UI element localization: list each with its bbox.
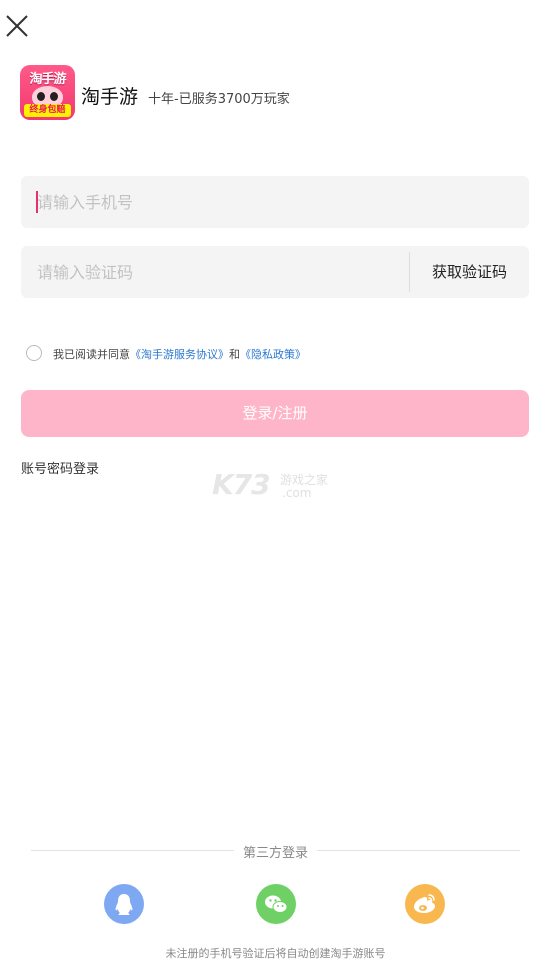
phone-field (21, 176, 529, 228)
code-field: 获取验证码 (21, 246, 529, 298)
code-input[interactable] (21, 246, 409, 298)
watermark-domain: .com (282, 486, 312, 500)
agreement-joiner: 和 (229, 348, 240, 361)
logo-title: 淘手游 (29, 72, 66, 87)
wechat-icon (265, 895, 288, 913)
password-login-link[interactable]: 账号密码登录 (21, 458, 99, 477)
agree-checkbox[interactable] (26, 345, 42, 361)
logo-badge: 终身包赔 (24, 104, 71, 117)
get-code-button[interactable]: 获取验证码 (410, 246, 529, 298)
agreement-prefix: 我已阅读并同意 (53, 348, 130, 361)
phone-input[interactable] (21, 176, 529, 228)
close-button[interactable] (4, 13, 30, 39)
qq-login-button[interactable] (104, 884, 144, 924)
privacy-policy-link[interactable]: 《隐私政策》 (240, 348, 306, 361)
third-party-label: 第三方登录 (242, 846, 308, 861)
service-agreement-link[interactable]: 《淘手游服务协议》 (130, 348, 229, 361)
app-slogan: 十年-已服务3700万玩家 (148, 92, 290, 107)
login-register-button[interactable]: 登录/注册 (21, 390, 529, 437)
weibo-icon (414, 894, 435, 913)
agreement-text: 我已阅读并同意《淘手游服务协议》和《隐私政策》 (53, 346, 306, 362)
close-icon (6, 15, 28, 37)
weibo-login-button[interactable] (405, 884, 445, 924)
app-logo: 淘手游 终身包赔 (20, 65, 75, 120)
qq-icon (115, 894, 133, 915)
text-cursor (36, 191, 38, 213)
footer-note: 未注册的手机号验证后将自动创建淘手游账号 (165, 947, 386, 960)
app-name: 淘手游 (81, 86, 139, 108)
watermark-brand: K73 (212, 468, 271, 501)
watermark-logo: K73 游戏之家 .com (212, 468, 342, 504)
wechat-login-button[interactable] (256, 884, 296, 924)
